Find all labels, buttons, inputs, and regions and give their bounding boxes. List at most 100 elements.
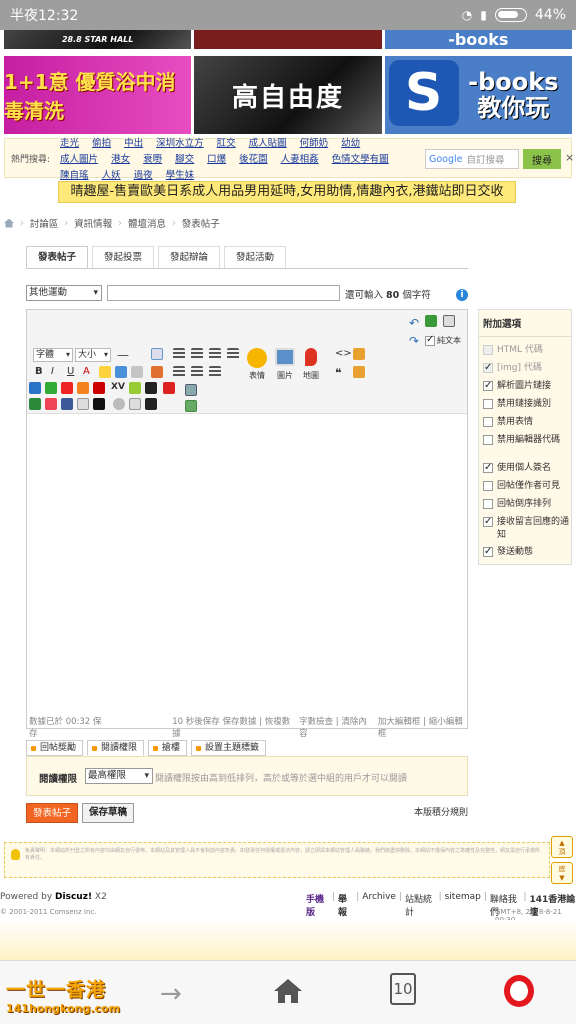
italic-icon[interactable]: I [51, 366, 63, 378]
option-checkbox[interactable] [483, 499, 493, 509]
option-checkbox[interactable] [483, 461, 493, 474]
font-select[interactable]: 字體 [33, 348, 73, 362]
media-icon-16[interactable] [113, 398, 125, 410]
tab-poll[interactable]: 發起投票 [92, 246, 155, 268]
breadcrumb-item[interactable]: 討論區 [30, 216, 59, 230]
option-checkbox[interactable] [483, 545, 493, 558]
tab-post[interactable]: 發表帖子 [26, 246, 89, 268]
hot-search-link[interactable]: 幼幼 [341, 135, 360, 149]
emoticon-icon[interactable] [247, 348, 267, 368]
hot-search-link[interactable]: 中出 [124, 135, 143, 149]
hot-search-link[interactable]: 深圳水立方 [156, 135, 204, 149]
option-item[interactable]: 回帖倒序排列 [483, 498, 571, 511]
size-select[interactable]: 大小 [75, 348, 111, 362]
banner-game[interactable]: 高自由度 [194, 56, 382, 134]
media-icon-4[interactable] [77, 382, 89, 394]
media-icon-9[interactable] [163, 382, 175, 394]
media-icon-2[interactable] [45, 382, 57, 394]
search-button[interactable]: 搜尋 [523, 149, 561, 169]
tab-tags[interactable]: 設置主題標籤 [191, 740, 267, 756]
unlink-icon[interactable] [131, 366, 143, 378]
hot-search-link[interactable]: 後花園 [239, 151, 268, 165]
option-checkbox[interactable] [483, 361, 493, 374]
facebook-icon[interactable] [61, 398, 73, 410]
float-icon[interactable] [227, 348, 239, 360]
hot-search-link[interactable]: 口爆 [207, 151, 226, 165]
ordered-list-icon[interactable] [173, 366, 185, 378]
media-icon-12[interactable] [45, 398, 57, 410]
font-color-icon[interactable]: A [83, 366, 95, 378]
quote-icon[interactable]: ❝ [335, 366, 347, 380]
info-icon[interactable]: i [456, 289, 468, 301]
home-icon[interactable] [4, 218, 14, 228]
media-icon-1[interactable] [29, 382, 41, 394]
media-icon-11[interactable] [29, 398, 41, 410]
align-center-icon[interactable] [191, 348, 203, 360]
save-draft-button[interactable]: 保存草稿 [82, 803, 134, 823]
footer-link[interactable]: 手機版 [306, 892, 329, 918]
align-left-icon[interactable] [173, 348, 185, 360]
option-item[interactable]: [img] 代碼 [483, 361, 571, 375]
option-item[interactable]: HTML 代碼 [483, 344, 571, 357]
link-icon[interactable] [115, 366, 127, 378]
plain-text-checkbox[interactable] [425, 334, 435, 346]
tab-reward[interactable]: 回帖獎勵 [26, 740, 84, 756]
permission-select[interactable]: 最高權限 [85, 768, 153, 784]
hot-search-link[interactable]: 何師奶 [300, 135, 329, 149]
option-checkbox[interactable] [483, 435, 493, 445]
tab-debate[interactable]: 發起辯論 [158, 246, 221, 268]
undo-icon[interactable]: ↶ [409, 316, 421, 330]
media-icon-5[interactable] [93, 382, 105, 394]
table-icon[interactable] [151, 348, 163, 360]
editor-textarea[interactable] [27, 415, 467, 713]
option-checkbox[interactable] [483, 379, 493, 392]
tab-read-permission[interactable]: 閱讀權限 [87, 740, 145, 756]
hot-search-link[interactable]: 色情文學有圖 [332, 151, 389, 165]
option-item[interactable]: 使用個人簽名 [483, 461, 571, 475]
option-checkbox[interactable] [483, 515, 493, 528]
option-item[interactable]: 禁用編輯器代碼 [483, 434, 571, 447]
breadcrumb-item[interactable]: 體壇消息 [128, 216, 166, 230]
indent-icon[interactable] [209, 366, 221, 378]
media-icon-7[interactable] [129, 382, 141, 394]
tab-floor[interactable]: 搶樓 [148, 740, 188, 756]
post-button[interactable]: 發表帖子 [26, 803, 78, 823]
scroll-top-button[interactable]: ▲ 頂 [551, 836, 573, 858]
home-icon[interactable] [272, 977, 304, 1005]
option-checkbox[interactable] [483, 417, 493, 427]
ad-text-link[interactable]: 晴趣屋-售賣歐美日系成人用品男用延時,女用助情,情趣內衣,港鐵站即日交收 [58, 181, 516, 203]
media-icon-19[interactable] [185, 400, 197, 412]
hide-icon[interactable] [353, 366, 365, 378]
xv-icon[interactable]: XV [111, 382, 125, 394]
unordered-list-icon[interactable] [191, 366, 203, 378]
hr-icon[interactable]: — [117, 348, 129, 362]
hot-search-link[interactable]: 學生妹 [166, 167, 195, 181]
banner-movie[interactable] [194, 30, 382, 49]
fullscreen-icon[interactable] [425, 315, 437, 327]
redo-icon[interactable]: ↷ [409, 334, 421, 348]
hot-search-link[interactable]: 走光 [60, 135, 79, 149]
title-input[interactable] [107, 285, 340, 301]
close-icon[interactable]: × [565, 151, 574, 164]
media-icon-17[interactable] [129, 398, 141, 410]
clear-format-icon[interactable] [151, 366, 163, 378]
banner-star-hall[interactable]: 28.8 STAR HALL [4, 30, 192, 49]
rules-link[interactable]: 本版積分規則 [414, 805, 468, 818]
footer-link[interactable]: Archive [362, 892, 396, 918]
footer-link[interactable]: sitemap [445, 892, 481, 918]
scroll-bottom-button[interactable]: 底 ▼ [551, 862, 573, 884]
hot-search-link[interactable]: 人妖 [102, 167, 121, 181]
footer-link[interactable]: 站點統計 [405, 892, 436, 918]
banner-sbooks[interactable]: S -books 教你玩 [384, 56, 572, 134]
forward-icon[interactable]: → [160, 979, 182, 1009]
porn-icon[interactable] [93, 398, 105, 410]
align-right-icon[interactable] [209, 348, 221, 360]
youtube-icon[interactable] [61, 382, 73, 394]
option-item[interactable]: 禁用鏈接識別 [483, 398, 571, 411]
underline-icon[interactable]: U [67, 366, 79, 378]
category-select[interactable]: 其他運動 [26, 285, 102, 301]
option-item[interactable]: 回帖僅作者可見 [483, 480, 571, 493]
option-checkbox[interactable] [483, 399, 493, 409]
hot-search-link[interactable]: 人妻相姦 [281, 151, 319, 165]
lock-icon[interactable] [353, 348, 365, 360]
